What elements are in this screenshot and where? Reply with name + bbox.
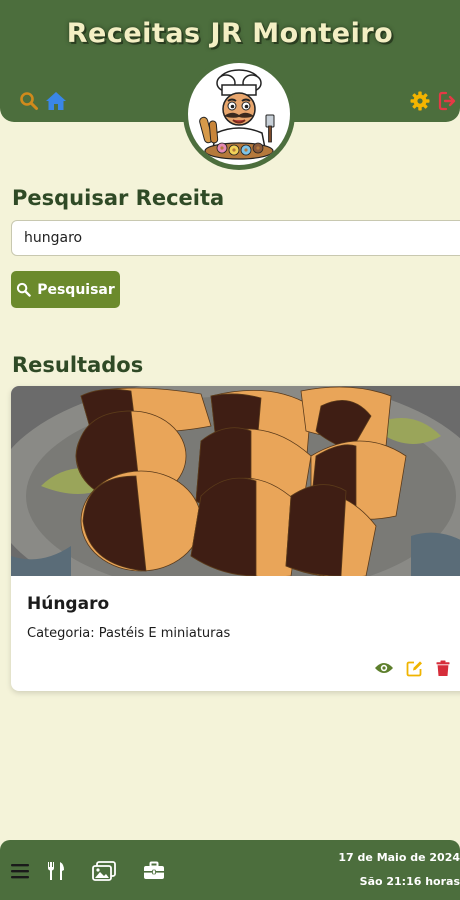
search-icon[interactable]: [18, 90, 40, 112]
app-header: Receitas JR Monteiro: [0, 0, 460, 170]
briefcase-icon[interactable]: [142, 860, 166, 882]
gear-icon[interactable]: [409, 90, 431, 112]
recipe-image[interactable]: [11, 386, 460, 616]
logout-icon[interactable]: [438, 90, 460, 112]
search-icon: [16, 282, 31, 297]
search-button[interactable]: Pesquisar: [11, 271, 120, 308]
recipe-category: Categoria: Pastéis E miniaturas: [27, 626, 231, 641]
edit-icon[interactable]: [404, 659, 424, 677]
utensils-icon[interactable]: [46, 860, 66, 882]
menu-icon[interactable]: [10, 860, 30, 882]
images-icon[interactable]: [92, 860, 116, 882]
recipe-card[interactable]: Húngaro Categoria: Pastéis E miniaturas: [11, 386, 460, 691]
view-icon[interactable]: [374, 659, 394, 677]
home-icon[interactable]: [45, 90, 67, 112]
recipe-title: Húngaro: [27, 594, 110, 614]
search-button-label: Pesquisar: [37, 281, 115, 298]
search-input[interactable]: [11, 220, 460, 256]
app-footer: 17 de Maio de 2024 São 21:16 horas: [0, 840, 460, 900]
app-title: Receitas JR Monteiro: [66, 18, 394, 49]
results-section-title: Resultados: [12, 353, 144, 377]
chef-avatar: [183, 58, 295, 170]
footer-time: São 21:16 horas: [359, 875, 460, 888]
search-section-title: Pesquisar Receita: [12, 186, 225, 210]
delete-icon[interactable]: [433, 659, 453, 677]
footer-date: 17 de Maio de 2024: [338, 851, 460, 864]
